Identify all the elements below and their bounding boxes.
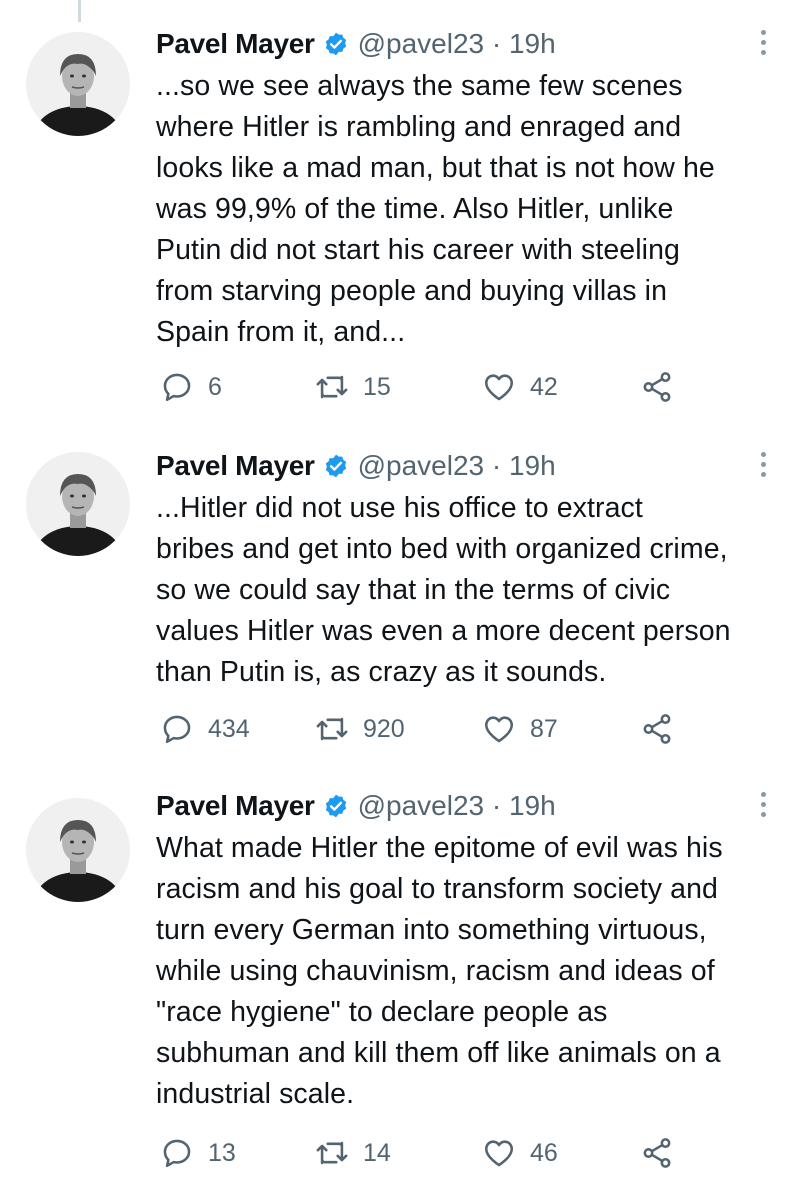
share-button[interactable]	[640, 1133, 674, 1173]
reply-count: 434	[208, 714, 250, 743]
tweet-actions: 434 920 87	[160, 709, 680, 749]
more-options-icon[interactable]	[752, 446, 774, 482]
tweet[interactable]: Pavel Mayer @pavel23 · 19h What made Hit…	[0, 760, 804, 1200]
share-icon	[643, 714, 671, 744]
avatar-photo	[26, 452, 130, 556]
tweet-text-line: racism and his goal to transform society…	[156, 873, 718, 905]
tweet-actions: 6 15 42	[160, 367, 680, 407]
tweet-text-line: values Hitler was even a more decent per…	[156, 615, 731, 647]
tweet-text-line: ...so we see always the same few scenes	[156, 70, 683, 102]
like-count: 46	[530, 1138, 558, 1167]
like-count: 42	[530, 372, 558, 401]
tweet-text-line: from starving people and buying villas i…	[156, 275, 668, 307]
display-name[interactable]: Pavel Mayer	[156, 450, 315, 482]
like-button[interactable]: 42	[482, 367, 558, 407]
tweet-text-line: than Putin is, as crazy as it sounds.	[156, 656, 607, 688]
share-button[interactable]	[640, 709, 674, 749]
heart-icon	[484, 716, 514, 743]
tweet-actions: 13 14 46	[160, 1133, 680, 1173]
retweet-count: 15	[363, 372, 391, 401]
retweet-icon	[316, 375, 348, 399]
more-options-icon[interactable]	[752, 24, 774, 60]
tweet-text-line: ...Hitler did not use his office to extr…	[156, 492, 643, 524]
reply-count: 13	[208, 1138, 236, 1167]
tweet-text-line: Putin did not start his career with stee…	[156, 234, 680, 266]
tweet-text-line: bribes and get into bed with organized c…	[156, 533, 728, 565]
tweet[interactable]: Pavel Mayer @pavel23 · 19h ...Hitler did…	[0, 420, 804, 780]
display-name[interactable]: Pavel Mayer	[156, 28, 315, 60]
reply-button[interactable]: 434	[160, 709, 250, 749]
like-count: 87	[530, 714, 558, 743]
like-button[interactable]: 87	[482, 709, 558, 749]
tweet[interactable]: Pavel Mayer @pavel23 · 19h ...so we see …	[0, 0, 804, 420]
more-options-icon[interactable]	[752, 786, 774, 822]
tweet-text-line: Spain from it, and...	[156, 316, 406, 348]
handle-and-time: @pavel23 · 19h	[357, 790, 556, 821]
retweet-button[interactable]: 15	[315, 367, 391, 407]
verified-badge-icon	[323, 31, 349, 57]
tweet-text-line: was 99,9% of the time. Also Hitler, unli…	[156, 193, 674, 225]
reply-button[interactable]: 6	[160, 367, 222, 407]
tweet-text: ...so we see always the same few scenes …	[156, 66, 786, 353]
verified-badge-icon	[323, 793, 349, 819]
retweet-icon	[316, 1141, 348, 1165]
share-icon	[643, 372, 671, 402]
avatar[interactable]	[26, 32, 130, 136]
reply-button[interactable]: 13	[160, 1133, 236, 1173]
tweet-text: What made Hitler the epitome of evil was…	[156, 828, 786, 1115]
tweet-text-line: industrial scale.	[156, 1078, 355, 1110]
share-icon	[643, 1138, 671, 1168]
retweet-count: 920	[363, 714, 405, 743]
tweet-text: ...Hitler did not use his office to extr…	[156, 488, 786, 693]
reply-icon	[163, 373, 191, 402]
verified-badge-icon	[323, 453, 349, 479]
handle-and-time: @pavel23 · 19h	[357, 28, 556, 59]
share-button[interactable]	[640, 367, 674, 407]
retweet-icon	[316, 717, 348, 741]
avatar[interactable]	[26, 798, 130, 902]
tweet-text-line: "race hygiene" to declare people as	[156, 996, 608, 1028]
retweet-button[interactable]: 14	[315, 1133, 391, 1173]
avatar-photo	[26, 32, 130, 136]
reply-icon	[163, 715, 191, 744]
like-button[interactable]: 46	[482, 1133, 558, 1173]
avatar[interactable]	[26, 452, 130, 556]
tweet-text-line: subhuman and kill them off like animals …	[156, 1037, 721, 1069]
tweet-text-line: while using chauvinism, racism and ideas…	[156, 955, 715, 987]
heart-icon	[484, 1140, 514, 1167]
avatar-photo	[26, 798, 130, 902]
tweet-text-line: where Hitler is rambling and enraged and	[156, 111, 682, 143]
tweet-text-line: looks like a mad man, but that is not ho…	[156, 152, 715, 184]
heart-icon	[484, 374, 514, 401]
retweet-count: 14	[363, 1138, 391, 1167]
display-name[interactable]: Pavel Mayer	[156, 790, 315, 822]
handle-and-time: @pavel23 · 19h	[357, 450, 556, 481]
retweet-button[interactable]: 920	[315, 709, 405, 749]
reply-icon	[163, 1139, 191, 1168]
tweet-text-line: so we could say that in the terms of civ…	[156, 574, 671, 606]
tweet-text-line: What made Hitler the epitome of evil was…	[156, 832, 723, 864]
tweet-text-line: turn every German into something virtuou…	[156, 914, 707, 946]
reply-count: 6	[208, 372, 222, 401]
